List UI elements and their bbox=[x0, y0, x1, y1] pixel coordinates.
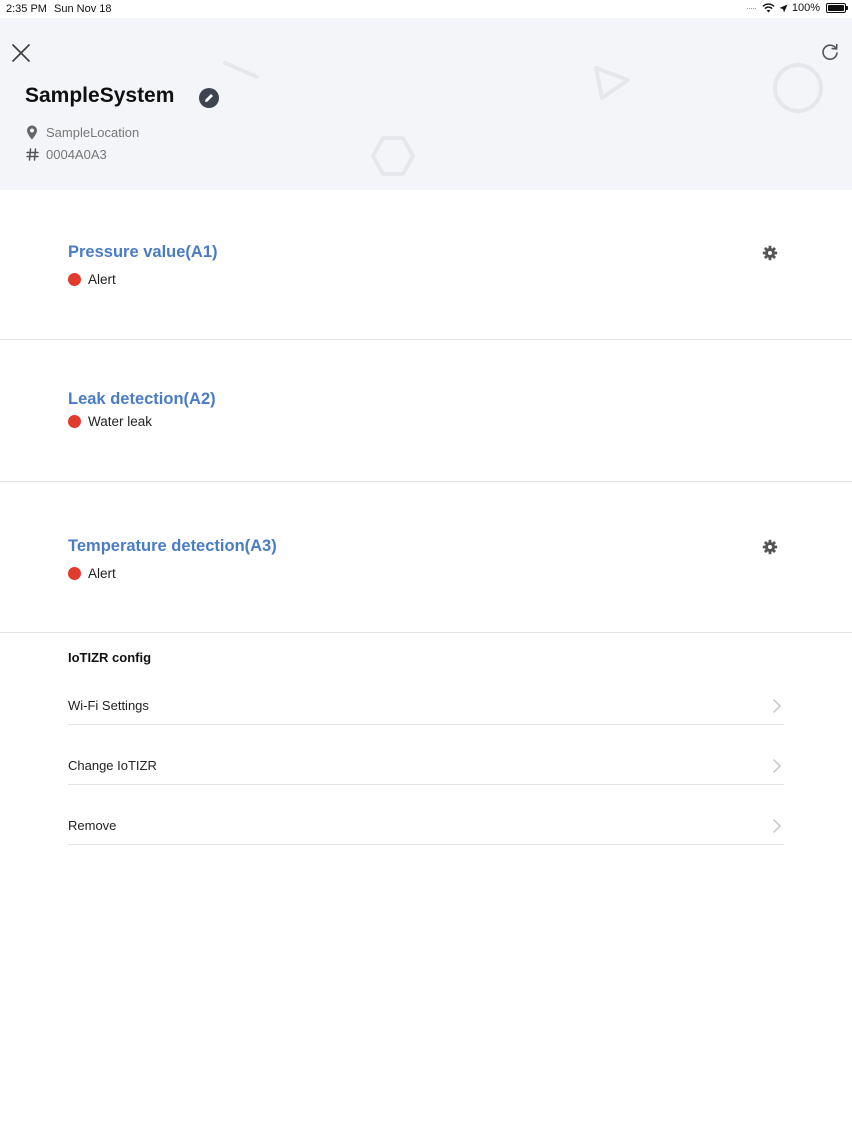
location-text: SampleLocation bbox=[46, 125, 140, 140]
sensor-status-text: Alert bbox=[88, 272, 116, 287]
battery-percent: 100% bbox=[791, 2, 820, 14]
sensor-title: Pressure value(A1) bbox=[68, 243, 218, 261]
status-indicators: ····· 100% bbox=[745, 2, 848, 14]
config-section-title: IoTIZR config bbox=[68, 650, 152, 665]
location-arrow-icon bbox=[779, 4, 788, 12]
sensor-card-leak[interactable]: Leak detection(A2) Water leak bbox=[0, 340, 852, 482]
status-date: Sun Nov 18 bbox=[54, 3, 112, 15]
decorative-line-shape bbox=[223, 61, 259, 79]
gear-icon bbox=[762, 539, 778, 555]
chevron-right-icon bbox=[773, 819, 782, 833]
system-header: SampleSystem SampleLocation 0004A0A3 bbox=[0, 18, 852, 190]
config-item-change-iotizr[interactable]: Change IoTIZR bbox=[68, 745, 784, 785]
status-bar: 2:35 PM Sun Nov 18 ····· 100% bbox=[0, 0, 852, 18]
status-dot bbox=[68, 273, 81, 286]
sensor-title: Temperature detection(A3) bbox=[68, 537, 277, 555]
chevron-right-icon bbox=[773, 759, 782, 773]
sensor-status: Water leak bbox=[68, 414, 152, 429]
battery-fill bbox=[828, 5, 844, 11]
sensor-card-temperature[interactable]: Temperature detection(A3) Alert bbox=[0, 482, 852, 633]
sensor-title: Leak detection(A2) bbox=[68, 390, 216, 408]
chevron-right-icon bbox=[773, 699, 782, 713]
status-time: 2:35 PM bbox=[6, 3, 47, 15]
edit-name-button[interactable] bbox=[199, 88, 219, 108]
config-item-label: Change IoTIZR bbox=[68, 758, 157, 773]
config-item-wifi-settings[interactable]: Wi-Fi Settings bbox=[68, 685, 784, 725]
location-pin-icon bbox=[27, 125, 37, 140]
system-title: SampleSystem bbox=[25, 84, 175, 107]
sensor-settings-button[interactable] bbox=[762, 539, 778, 555]
system-id-text: 0004A0A3 bbox=[46, 147, 107, 162]
status-dot bbox=[68, 567, 81, 580]
config-item-label: Wi-Fi Settings bbox=[68, 698, 149, 713]
config-item-label: Remove bbox=[68, 818, 117, 833]
sensor-status: Alert bbox=[68, 272, 116, 287]
system-location: SampleLocation bbox=[25, 125, 139, 140]
decorative-circle-shape bbox=[773, 63, 823, 113]
cellular-signal-icon: ····· bbox=[745, 3, 757, 13]
gear-icon bbox=[762, 245, 778, 261]
decorative-triangle-shape bbox=[594, 66, 630, 100]
battery-icon bbox=[826, 3, 848, 13]
sensor-status: Alert bbox=[68, 566, 116, 581]
close-icon bbox=[12, 44, 30, 62]
hash-icon bbox=[25, 148, 39, 161]
close-button[interactable] bbox=[10, 42, 32, 64]
status-dot bbox=[68, 415, 81, 428]
pencil-icon bbox=[205, 94, 213, 102]
refresh-icon bbox=[822, 43, 838, 60]
wifi-icon bbox=[762, 3, 775, 13]
sensor-card-pressure[interactable]: Pressure value(A1) Alert bbox=[0, 190, 852, 340]
config-item-remove[interactable]: Remove bbox=[68, 805, 784, 845]
system-id: 0004A0A3 bbox=[25, 147, 107, 162]
sensor-status-text: Water leak bbox=[88, 414, 153, 429]
decorative-hexagon-shape bbox=[371, 136, 415, 176]
sensor-status-text: Alert bbox=[88, 566, 116, 581]
refresh-button[interactable] bbox=[820, 42, 840, 62]
sensor-settings-button[interactable] bbox=[762, 245, 778, 261]
